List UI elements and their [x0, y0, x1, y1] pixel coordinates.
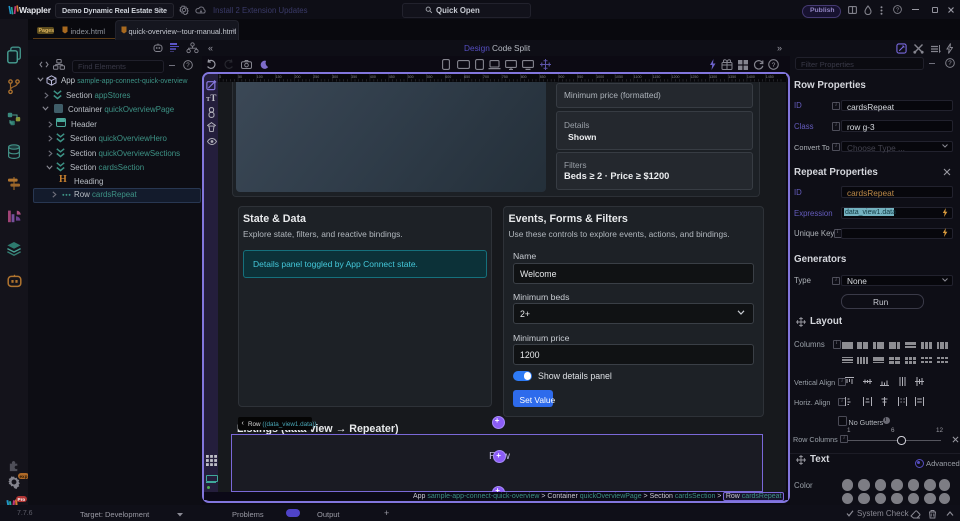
svg-text:50: 50 — [238, 75, 242, 79]
svg-text:500: 500 — [407, 75, 413, 79]
svg-text:1400: 1400 — [746, 75, 754, 79]
svg-text:350: 350 — [351, 75, 357, 79]
svg-text:?: ? — [948, 60, 952, 67]
svg-text:0: 0 — [219, 75, 221, 79]
svg-text:150: 150 — [275, 75, 281, 79]
svg-text:700: 700 — [483, 75, 489, 79]
svg-text:800: 800 — [520, 75, 526, 79]
svg-text:600: 600 — [445, 75, 451, 79]
svg-text:1350: 1350 — [728, 75, 736, 79]
svg-text:1450: 1450 — [765, 75, 773, 79]
svg-text:?: ? — [896, 7, 899, 13]
svg-text:1250: 1250 — [690, 75, 698, 79]
svg-text:100: 100 — [256, 75, 262, 79]
svg-text:1300: 1300 — [709, 75, 717, 79]
svg-text:550: 550 — [426, 75, 432, 79]
svg-text:1200: 1200 — [671, 75, 679, 79]
svg-text:950: 950 — [577, 75, 583, 79]
svg-text:250: 250 — [313, 75, 319, 79]
svg-text:750: 750 — [501, 75, 507, 79]
svg-text:1000: 1000 — [596, 75, 604, 79]
svg-text:?: ? — [772, 62, 776, 69]
svg-text:850: 850 — [539, 75, 545, 79]
svg-text:450: 450 — [388, 75, 394, 79]
svg-text:1100: 1100 — [633, 75, 641, 79]
svg-text:650: 650 — [464, 75, 470, 79]
svg-text:1150: 1150 — [652, 75, 660, 79]
svg-text:400: 400 — [369, 75, 375, 79]
svg-text:1050: 1050 — [615, 75, 623, 79]
svg-text:200: 200 — [294, 75, 300, 79]
svg-text:300: 300 — [332, 75, 338, 79]
svg-text:900: 900 — [558, 75, 564, 79]
svg-text:?: ? — [186, 62, 190, 69]
